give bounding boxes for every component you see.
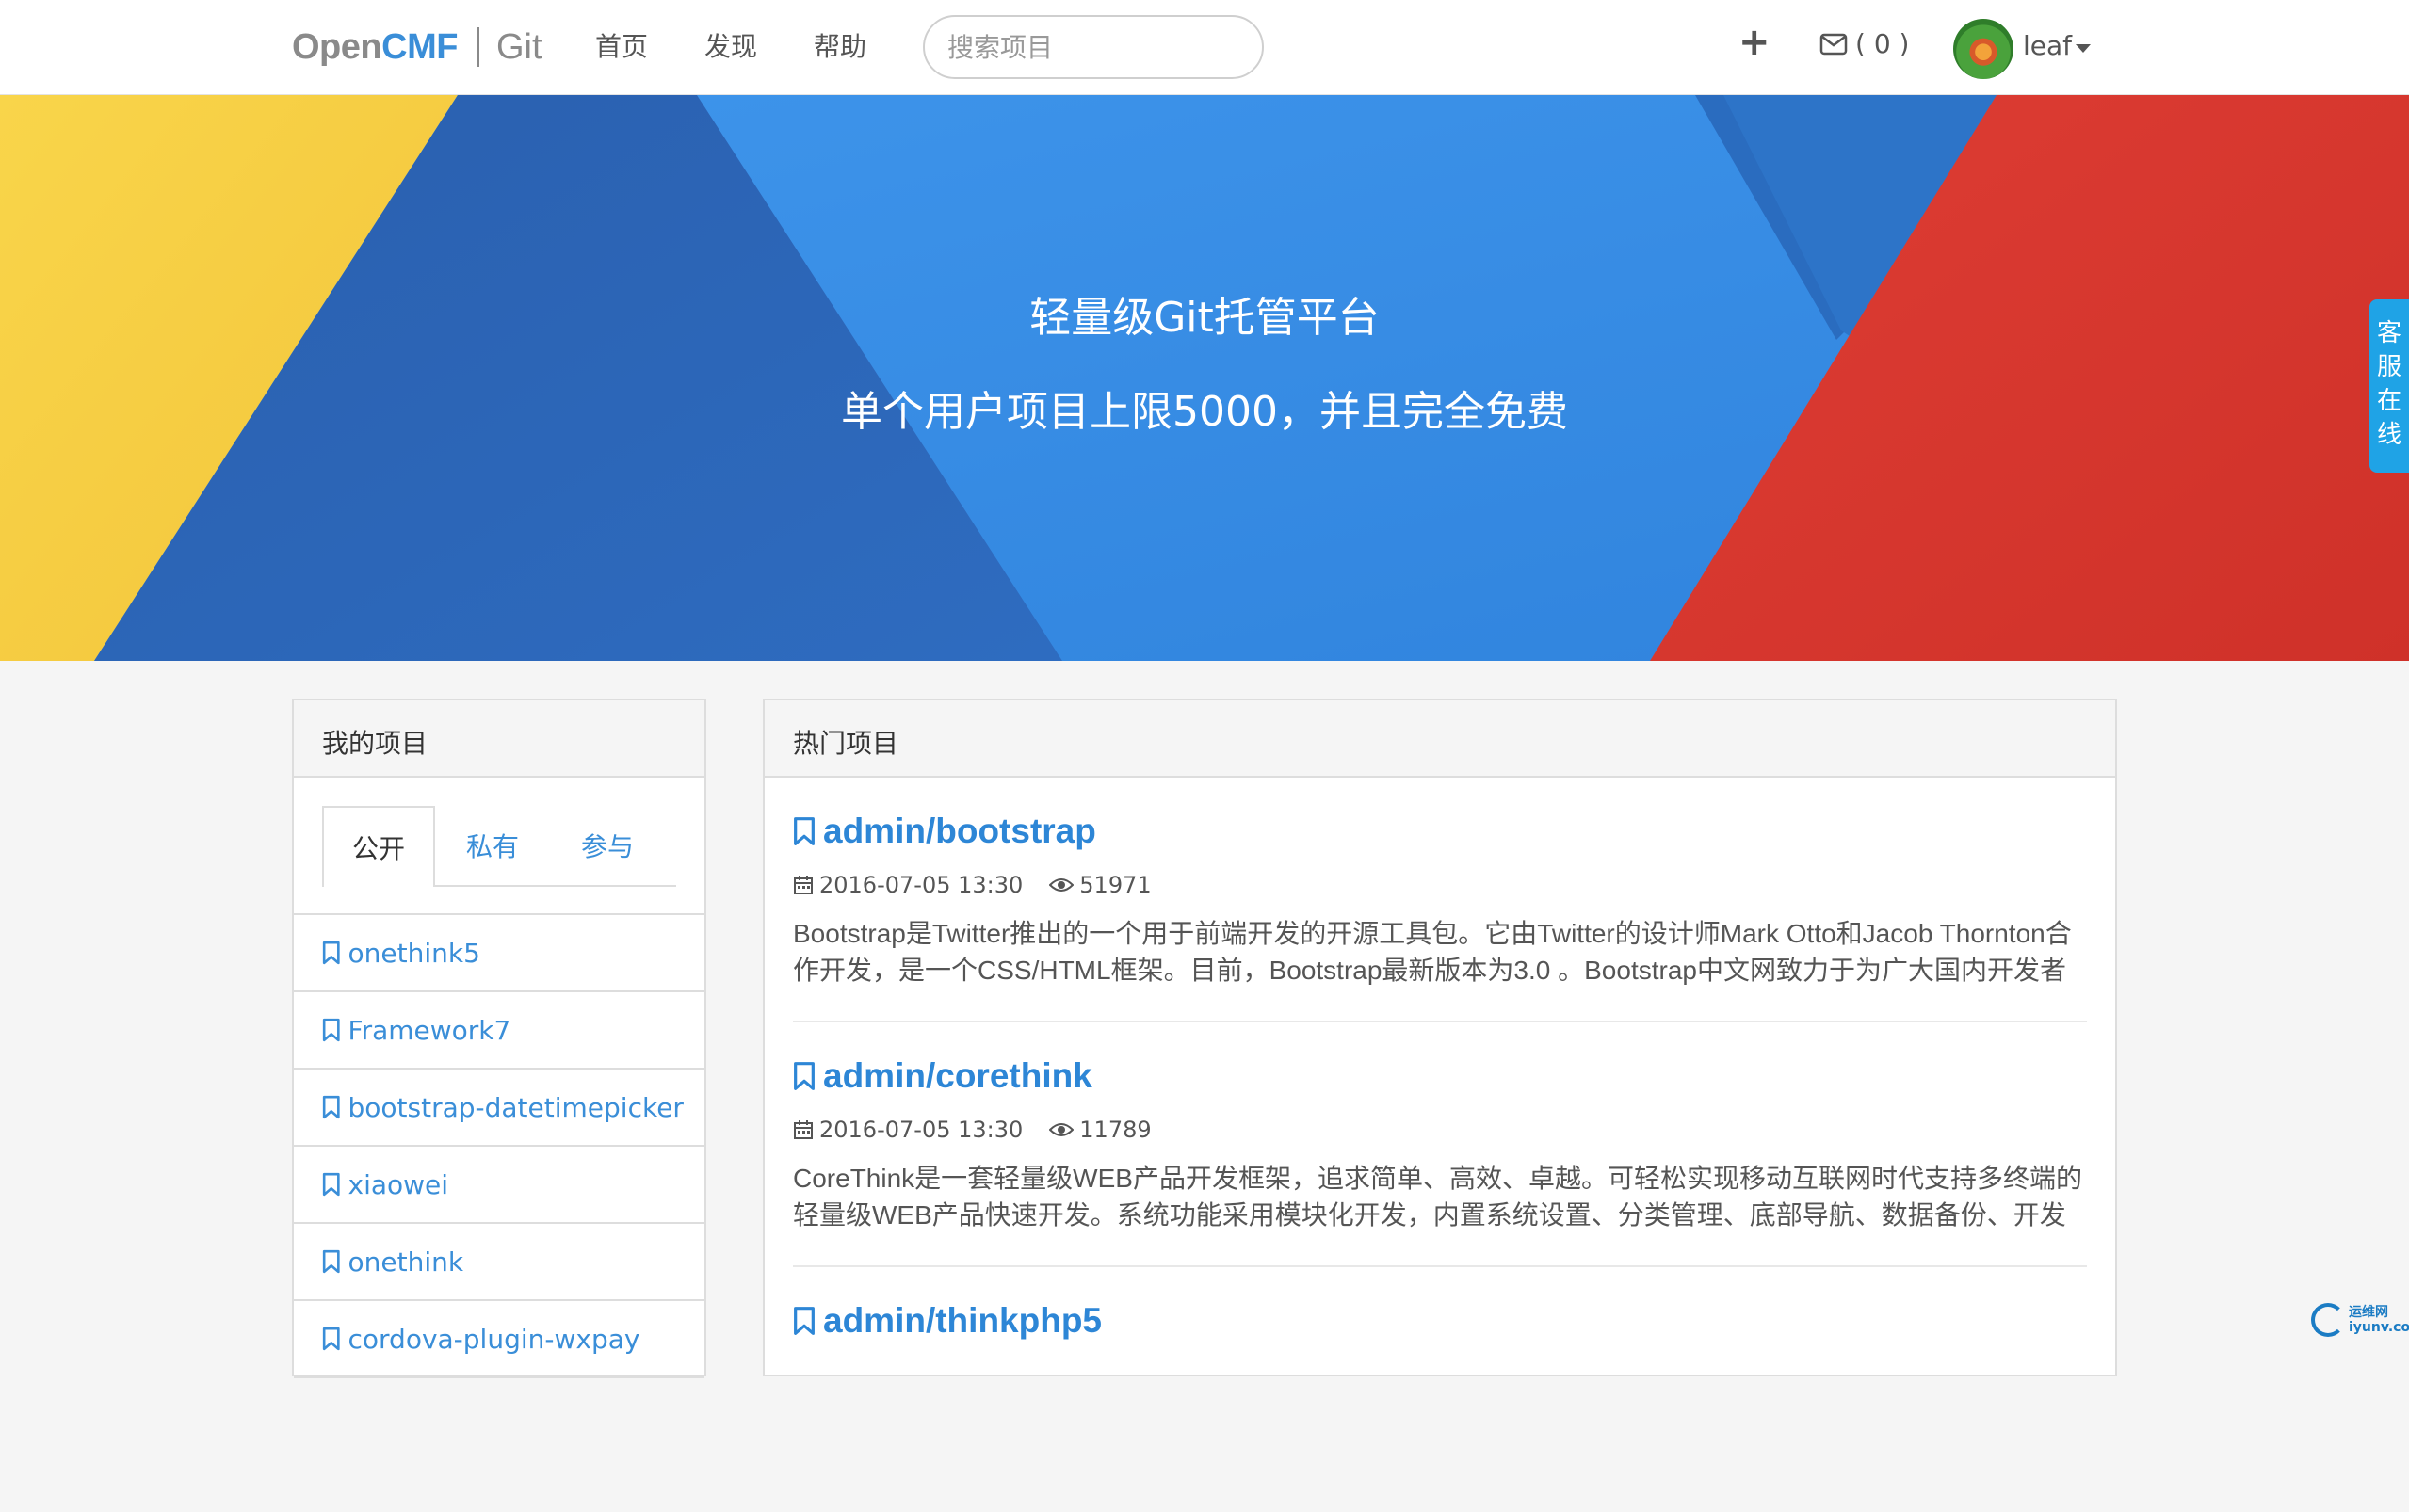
- messages-button[interactable]: ( 0 ): [1819, 28, 1909, 59]
- eye-icon: [1049, 1123, 1075, 1136]
- bookmark-icon: [322, 1249, 340, 1274]
- chevron-down-icon[interactable]: [2076, 44, 2091, 53]
- bookmark-icon: [322, 1018, 340, 1042]
- watermark-logo-icon: [2311, 1303, 2345, 1337]
- user-name[interactable]: leaf: [2023, 30, 2072, 61]
- list-item[interactable]: Framework7: [294, 992, 704, 1070]
- hot-project-date: 2016-07-05 13:30: [819, 1117, 1024, 1143]
- hot-project-date: 2016-07-05 13:30: [819, 872, 1024, 898]
- hot-project-item: admin/bootstrap 2016-07-05 13:30 51971 Boot…: [793, 778, 2087, 1022]
- service-char: 线: [2376, 421, 2401, 449]
- site-watermark: 运维网 iyunv.com: [2311, 1303, 2409, 1337]
- top-navbar: OpenCMF Git 首页 发现 帮助 + ( 0 ) leaf: [0, 0, 2409, 95]
- hot-project-views: 51971: [1079, 872, 1152, 898]
- envelope-icon: [1819, 33, 1848, 55]
- hot-project-meta: 2016-07-05 13:30 51971: [793, 872, 1152, 898]
- bookmark-icon: [794, 1062, 815, 1090]
- brand-git-text: Git: [495, 26, 542, 67]
- list-item[interactable]: bootstrap-datetimepicker: [294, 1070, 704, 1147]
- project-name: bootstrap-datetimepicker: [348, 1091, 684, 1123]
- calendar-icon: [794, 876, 813, 894]
- list-item[interactable]: onethink: [294, 1224, 704, 1301]
- nav-link-help[interactable]: 帮助: [814, 26, 866, 64]
- hot-project-list: admin/bootstrap 2016-07-05 13:30 51971 Boot…: [765, 778, 2115, 1512]
- brand-separator: [476, 27, 479, 67]
- hot-project-views: 11789: [1079, 1117, 1152, 1143]
- bookmark-icon: [794, 817, 815, 845]
- hot-project-name: admin/corethink: [823, 1056, 1092, 1095]
- tab-public[interactable]: 公开: [322, 806, 435, 887]
- online-service-tab[interactable]: 客 服 在 线: [2369, 299, 2409, 473]
- eye-icon: [1049, 878, 1075, 892]
- brand-logo[interactable]: Open CMF Git: [292, 21, 542, 73]
- project-name: onethink: [348, 1246, 464, 1278]
- project-tabs: 公开 私有 参与: [294, 778, 704, 915]
- hot-project-link[interactable]: admin/bootstrap: [793, 812, 1096, 851]
- service-char: 客: [2376, 319, 2401, 347]
- project-name: Framework7: [348, 1014, 511, 1046]
- hero-banner: 轻量级Git托管平台 单个用户项目上限5000，并且完全免费: [0, 95, 2409, 661]
- bookmark-icon: [794, 1307, 815, 1335]
- brand-open-text: Open: [292, 26, 382, 67]
- avatar[interactable]: [1953, 19, 2013, 79]
- list-item[interactable]: onethink5: [294, 915, 704, 992]
- brand-cmf-text: CMF: [381, 26, 458, 67]
- hot-projects-title: 热门项目: [765, 700, 2115, 778]
- hot-project-description: Bootstrap是Twitter推出的一个用于前端开发的开源工具包。它由Twi…: [793, 919, 2072, 985]
- message-count: ( 0 ): [1855, 28, 1910, 59]
- list-item[interactable]: xiaowei: [294, 1147, 704, 1224]
- nav-link-discover[interactable]: 发现: [704, 26, 757, 64]
- my-project-list: onethink5 Framework7 bootstrap-datetimepic…: [294, 915, 704, 1378]
- hot-project-name: admin/thinkphp5: [823, 1301, 1102, 1340]
- watermark-line-2: iyunv.com: [2349, 1320, 2409, 1335]
- project-name: xiaowei: [348, 1168, 449, 1200]
- bookmark-icon: [322, 1095, 340, 1119]
- hot-project-meta: 2016-07-05 13:30 11789: [793, 1117, 1152, 1143]
- hot-project-name: admin/bootstrap: [823, 812, 1096, 850]
- hot-project-item: admin/thinkphp5: [793, 1267, 2087, 1512]
- project-name: cordova-plugin-wxpay: [348, 1323, 640, 1355]
- bookmark-icon: [322, 1327, 340, 1351]
- service-char: 服: [2376, 353, 2401, 381]
- list-item[interactable]: cordova-plugin-wxpay: [294, 1301, 704, 1378]
- my-projects-panel: 我的项目 公开 私有 参与 onethink5 Framework7 bootstr…: [292, 699, 706, 1378]
- banner-subtitle: 单个用户项目上限5000，并且完全免费: [841, 388, 1568, 436]
- hot-project-link[interactable]: admin/corethink: [793, 1056, 1092, 1096]
- tab-private[interactable]: 私有: [435, 806, 550, 885]
- search-input[interactable]: [923, 15, 1264, 79]
- hot-project-link[interactable]: admin/thinkphp5: [793, 1301, 1102, 1341]
- banner-title: 轻量级Git托管平台: [1029, 294, 1380, 342]
- service-char: 在: [2376, 387, 2401, 415]
- tab-participate[interactable]: 参与: [550, 806, 665, 885]
- hot-project-item: admin/corethink 2016-07-05 13:30 11789 Core…: [793, 1022, 2087, 1267]
- nav-link-home[interactable]: 首页: [595, 26, 648, 64]
- hot-project-description: CoreThink是一套轻量级WEB产品开发框架，追求简单、高效、卓越。可轻松实…: [793, 1164, 2082, 1230]
- my-projects-title: 我的项目: [294, 700, 704, 778]
- project-name: onethink5: [348, 937, 480, 969]
- bookmark-icon: [322, 941, 340, 965]
- watermark-line-1: 运维网: [2349, 1305, 2388, 1320]
- calendar-icon: [794, 1120, 813, 1139]
- hot-projects-panel: 热门项目 admin/bootstrap 2016-07-05 13:30 5197…: [763, 699, 2117, 1376]
- plus-icon[interactable]: +: [1738, 21, 1770, 64]
- bookmark-icon: [322, 1172, 340, 1197]
